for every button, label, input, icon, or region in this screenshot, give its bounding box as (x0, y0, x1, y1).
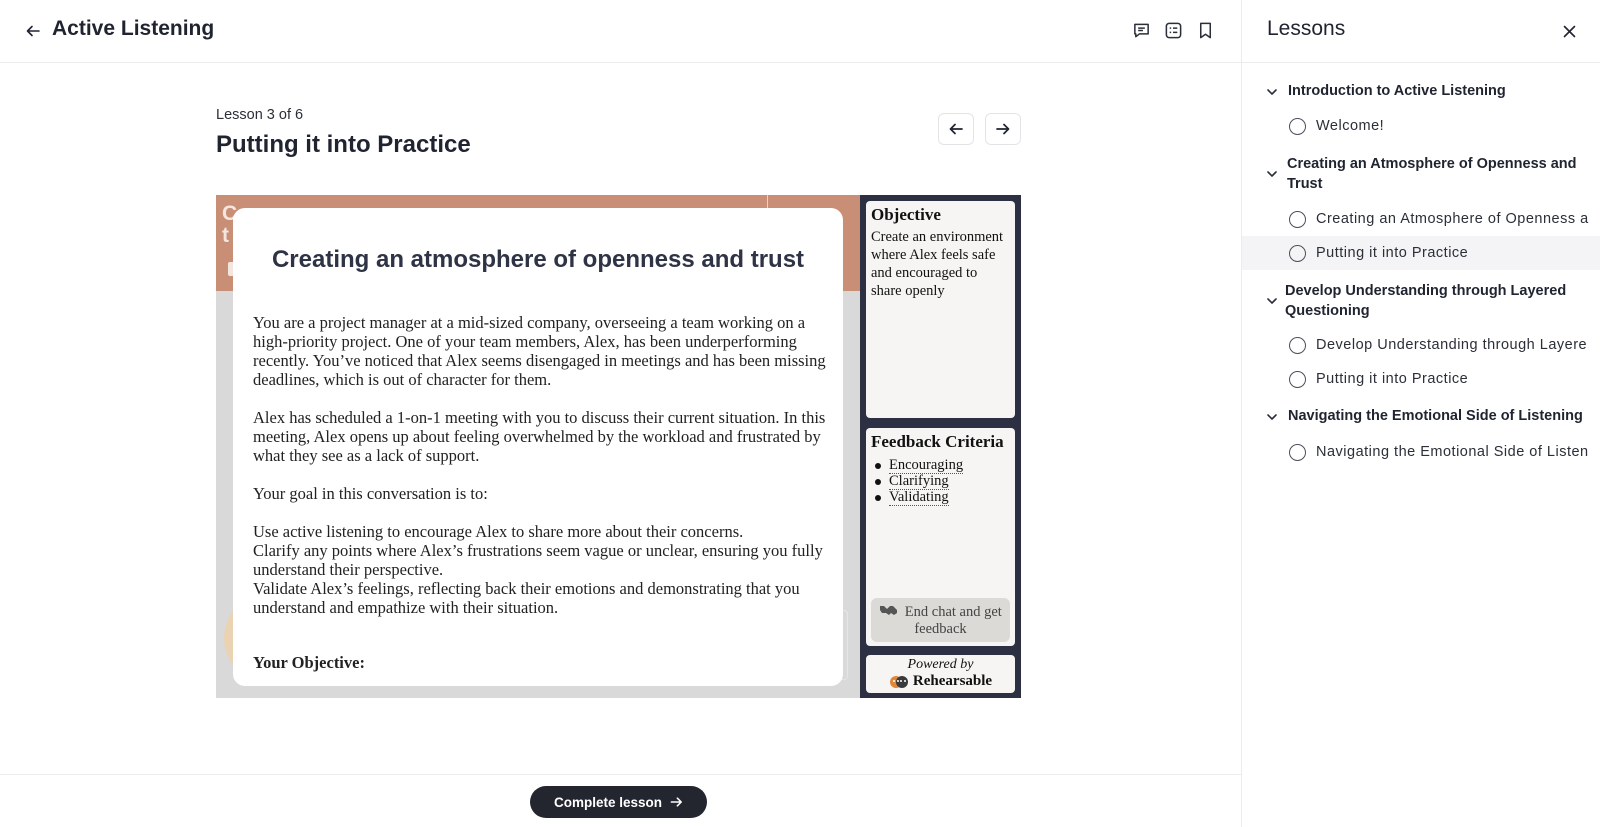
lesson-label: Creating an Atmosphere of Openness a (1316, 211, 1589, 227)
section-label: Navigating the Emotional Side of Listeni… (1288, 408, 1583, 424)
criteria-clarifying[interactable]: Clarifying (889, 474, 949, 490)
criteria-encouraging[interactable]: Encouraging (889, 458, 964, 474)
lesson-item-welcome[interactable]: Welcome! (1242, 109, 1600, 143)
notes-button[interactable] (1162, 19, 1184, 41)
handshake-icon (880, 606, 898, 615)
notes-icon (1165, 22, 1181, 38)
powered-by-card: Powered by Rehearsable (866, 655, 1015, 693)
arrow-right-icon (996, 123, 1010, 135)
rehearsal-side-panel: Objective Create an environment where Al… (860, 195, 1021, 698)
chevron-down-icon (1267, 298, 1277, 304)
lesson-item-understanding[interactable]: Develop Understanding through Layere (1242, 328, 1600, 362)
objective-card: Objective Create an environment where Al… (866, 201, 1015, 418)
top-bar: Active Listening (0, 0, 1241, 63)
objective-heading: Your Objective: (253, 653, 365, 672)
feedback-criteria-card: Feedback Criteria Encouraging Clarifying… (866, 428, 1015, 646)
scenario-paragraph: Alex has scheduled a 1-on-1 meeting with… (253, 408, 826, 465)
close-icon (1563, 25, 1575, 37)
header-actions (1130, 19, 1216, 41)
section-introduction[interactable]: Introduction to Active Listening (1242, 81, 1600, 103)
lesson-title: Putting it into Practice (216, 131, 471, 158)
app-root: Active Listening Lesson 3 of 6 Putting i… (0, 0, 1600, 827)
brand-name: Rehearsable (866, 673, 1015, 690)
chevron-down-icon (1267, 89, 1277, 95)
section-openness-trust[interactable]: Creating an Atmosphere of Openness and T… (1242, 154, 1600, 196)
chevron-down-icon (1267, 171, 1277, 177)
criteria-item: Validating (871, 490, 1010, 506)
scenario-title: Creating an atmosphere of openness and t… (271, 246, 805, 273)
incomplete-circle-icon (1289, 210, 1306, 228)
lesson-item-practice-active[interactable]: Putting it into Practice (1242, 236, 1600, 270)
criteria-item: Encouraging (871, 458, 1010, 474)
complete-lesson-button[interactable]: Complete lesson (530, 786, 707, 818)
lesson-counter: Lesson 3 of 6 (216, 107, 304, 123)
section-label: Introduction to Active Listening (1288, 83, 1506, 99)
bullet-icon (875, 479, 881, 485)
powered-by-label: Powered by (907, 657, 974, 672)
objective-card-text: Create an environment where Alex feels s… (871, 229, 1004, 299)
bullet-icon (875, 495, 881, 501)
lesson-label: Navigating the Emotional Side of Listen (1316, 444, 1589, 460)
lessons-sidebar: Lessons Introduction to Active Listening… (1241, 0, 1600, 827)
criteria-item: Clarifying (871, 474, 1010, 490)
comments-button[interactable] (1130, 19, 1152, 41)
incomplete-circle-icon (1289, 443, 1306, 461)
chevron-down-icon (1267, 414, 1277, 420)
close-sidebar-button[interactable] (1558, 20, 1580, 42)
lesson-item-practice-2[interactable]: Putting it into Practice (1242, 362, 1600, 396)
back-button[interactable] (22, 20, 44, 42)
end-chat-button[interactable]: End chat and get feedback (871, 598, 1010, 642)
lesson-label: Putting it into Practice (1316, 371, 1469, 387)
incomplete-circle-icon (1289, 336, 1306, 354)
footer-bar: Complete lesson (0, 774, 1241, 827)
complete-lesson-label: Complete lesson (553, 794, 663, 810)
lesson-item-openness[interactable]: Creating an Atmosphere of Openness a (1242, 202, 1600, 236)
arrow-left-icon (949, 123, 963, 135)
lesson-label: Develop Understanding through Layere (1316, 337, 1588, 353)
course-title: Active Listening (52, 17, 215, 40)
scenario-goal: Use active listening to encourage Alex t… (253, 522, 744, 541)
criteria-validating[interactable]: Validating (889, 490, 949, 506)
incomplete-circle-icon (1289, 370, 1306, 388)
scenario-modal[interactable]: Creating an atmosphere of openness and t… (233, 208, 843, 686)
section-label: Creating an Atmosphere of Openness and T… (1287, 156, 1577, 192)
scenario-paragraph: Your goal in this conversation is to: (253, 484, 488, 503)
sidebar-title: Lessons (1267, 17, 1346, 40)
scenario-paragraph: You are a project manager at a mid-sized… (253, 313, 826, 389)
criteria-list: Encouraging Clarifying Validating (866, 452, 1015, 506)
objective-card-heading: Objective (871, 205, 941, 224)
scenario-body: You are a project manager at a mid-sized… (253, 313, 828, 686)
feedback-criteria-heading: Feedback Criteria (871, 432, 1004, 451)
bookmark-icon (1199, 22, 1211, 38)
lesson-label: Welcome! (1316, 118, 1385, 134)
section-emotional-side[interactable]: Navigating the Emotional Side of Listeni… (1242, 406, 1600, 428)
arrow-right-icon (670, 797, 683, 807)
bookmark-button[interactable] (1194, 19, 1216, 41)
section-label: Develop Understanding through Layered Qu… (1285, 283, 1567, 319)
incomplete-circle-icon (1289, 244, 1306, 262)
next-lesson-button[interactable] (985, 113, 1021, 145)
lesson-item-emotional[interactable]: Navigating the Emotional Side of Listen (1242, 435, 1600, 469)
sidebar-header: Lessons (1242, 0, 1600, 63)
scenario-goal: Validate Alex’s feelings, reflecting bac… (253, 579, 800, 617)
previous-lesson-button[interactable] (938, 113, 974, 145)
scenario-goal: Clarify any points where Alex’s frustrat… (253, 541, 823, 579)
incomplete-circle-icon (1289, 117, 1306, 135)
section-layered-questioning[interactable]: Develop Understanding through Layered Qu… (1242, 281, 1600, 323)
back-arrow-icon (26, 25, 40, 37)
comment-icon (1133, 23, 1149, 37)
theater-masks-icon (889, 675, 908, 688)
bullet-icon (875, 463, 881, 469)
rehearsal-embed: Ct Creating an atmosphere of openness an… (216, 195, 1021, 698)
lesson-label: Putting it into Practice (1316, 245, 1469, 261)
end-chat-label: End chat and get feedback (904, 604, 1002, 637)
